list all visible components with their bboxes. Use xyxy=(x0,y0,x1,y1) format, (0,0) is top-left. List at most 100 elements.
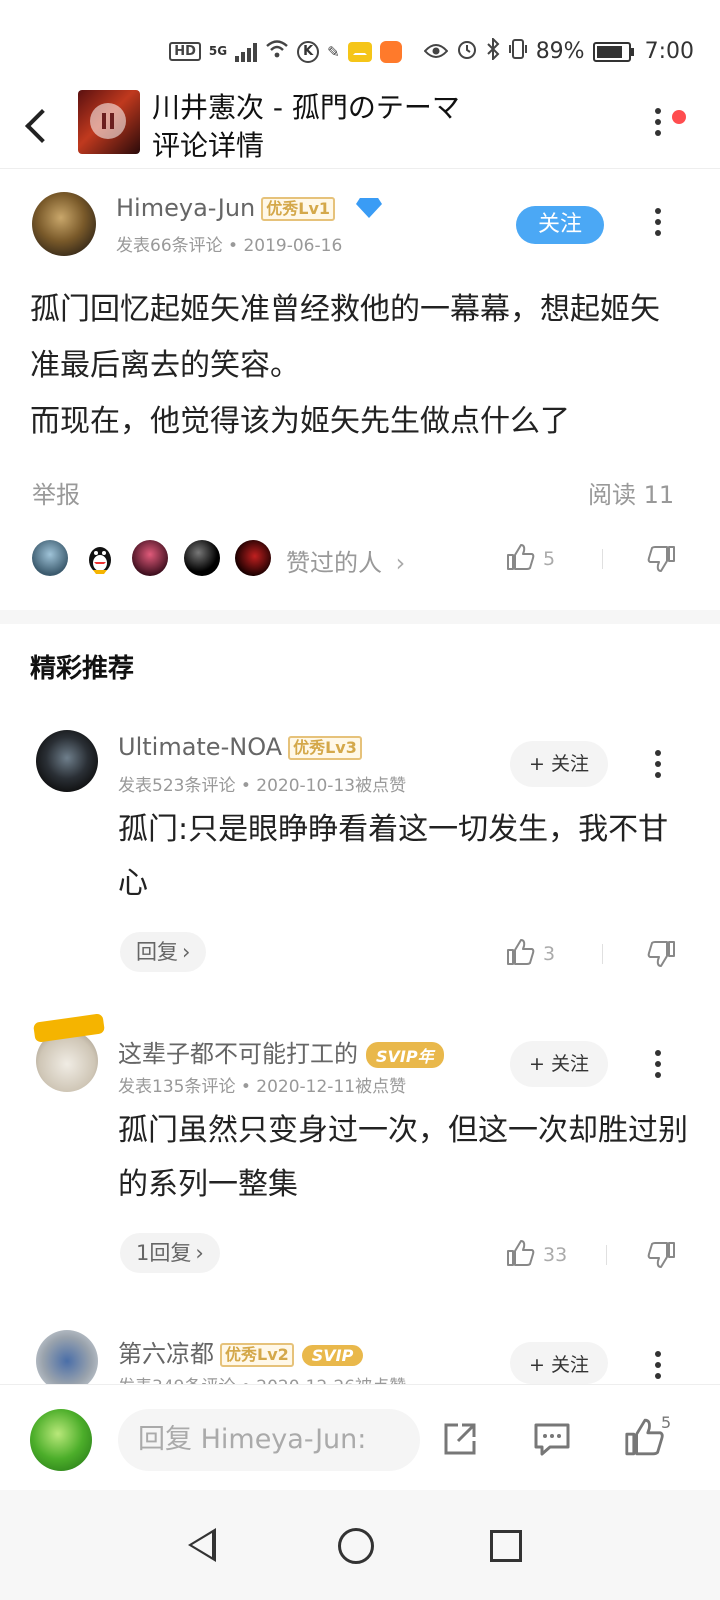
likers-label: 赞过的人 xyxy=(286,549,382,577)
like-count: 5 xyxy=(543,548,556,570)
dislike-button[interactable] xyxy=(646,545,676,577)
main-comment-author[interactable]: Himeya-Jun 优秀Lv1 xyxy=(116,194,336,222)
chevron-right-icon: › xyxy=(195,1241,204,1265)
main-comment-line: 而现在，他觉得该为姬矢先生做点什么了 xyxy=(30,404,570,439)
didi-icon xyxy=(379,40,402,63)
follow-button[interactable]: + 关注 xyxy=(510,741,608,787)
comment-text: 孤门:只是眼睁睁看着这一切发生，我不甘心 xyxy=(118,812,669,901)
thumb-up-icon xyxy=(507,1240,535,1266)
share-button[interactable] xyxy=(442,1421,478,1461)
chevron-right-icon: › xyxy=(182,940,191,964)
alarm-icon xyxy=(456,38,478,65)
nav-home-icon[interactable] xyxy=(338,1528,374,1564)
liker-avatar[interactable] xyxy=(82,540,118,576)
author-meta: 发表349条评论 • 2020-12-26被点赞 xyxy=(118,1372,406,1384)
liker-avatar[interactable] xyxy=(32,540,68,576)
divider xyxy=(602,944,603,964)
avatar[interactable] xyxy=(36,730,98,792)
like-count: 3 xyxy=(543,943,556,965)
comment-author[interactable]: 第六凉都 优秀Lv2 SVIP xyxy=(118,1334,364,1369)
more-menu-icon[interactable] xyxy=(654,108,662,144)
liker-avatar[interactable] xyxy=(184,540,220,576)
album-cover[interactable] xyxy=(78,90,140,154)
main-comment-text: 孤门回忆起姬矢准曾经救他的一幕幕，想起姬矢准最后离去的笑容。 而现在，他觉得该为姬… xyxy=(30,282,680,450)
liker-avatar[interactable] xyxy=(132,540,168,576)
dislike-button[interactable] xyxy=(646,1241,676,1273)
notification-dot xyxy=(672,110,686,124)
comment-button[interactable] xyxy=(532,1421,572,1461)
song-title: 川井憲次 - 孤門のテーマ xyxy=(152,91,460,124)
comment-author[interactable]: 这辈子都不可能打工的 SVIP年 xyxy=(118,1034,444,1069)
section-divider xyxy=(0,610,720,624)
vip-diamond-icon xyxy=(356,198,382,218)
dislike-button[interactable] xyxy=(646,940,676,972)
avatar[interactable] xyxy=(32,192,96,256)
username[interactable]: 第六凉都 xyxy=(118,1340,214,1368)
back-button[interactable] xyxy=(20,104,50,144)
thumb-down-icon xyxy=(647,1242,675,1268)
username[interactable]: Ultimate-NOA xyxy=(118,733,282,761)
qq-penguin-icon xyxy=(89,547,111,574)
thumb-up-icon xyxy=(507,939,535,965)
reply-button[interactable]: 1回复 › xyxy=(120,1233,220,1273)
comment-icon xyxy=(534,1423,570,1456)
comment-more-icon[interactable] xyxy=(654,1050,662,1086)
nav-recents-icon[interactable] xyxy=(490,1530,522,1562)
like-count: 5 xyxy=(661,1413,672,1432)
app-icon: ✎ xyxy=(327,42,340,61)
page-title: 评论详情 xyxy=(152,129,265,162)
thumb-down-icon xyxy=(647,546,675,572)
author-meta: 发表66条评论 • 2019-06-16 xyxy=(116,236,343,256)
reply-input[interactable]: 回复 Himeya-Jun: xyxy=(118,1409,420,1471)
comment-more-icon[interactable] xyxy=(654,1351,662,1384)
like-button[interactable] xyxy=(624,1417,666,1461)
comment-more-icon[interactable] xyxy=(654,208,662,244)
thumb-down-icon xyxy=(647,941,675,967)
comment-more-icon[interactable] xyxy=(654,750,662,786)
k-icon: K xyxy=(297,40,320,63)
like-count: 33 xyxy=(543,1244,568,1266)
battery-icon xyxy=(592,41,634,62)
like-button[interactable] xyxy=(506,938,536,970)
clock: 7:00 xyxy=(644,39,694,64)
likers-link[interactable]: 赞过的人 › xyxy=(286,543,405,578)
username[interactable]: Himeya-Jun xyxy=(116,194,255,222)
svip-badge: SVIP xyxy=(301,1344,364,1366)
report-link[interactable]: 举报 xyxy=(32,475,80,510)
section-title: 精彩推荐 xyxy=(30,654,135,684)
my-avatar[interactable] xyxy=(30,1409,92,1471)
avatar[interactable] xyxy=(36,1330,98,1392)
liker-avatar[interactable] xyxy=(235,540,271,576)
read-count: 阅读 11 xyxy=(588,481,675,509)
reply-button[interactable]: 回复 › xyxy=(120,932,207,972)
level-badge: 优秀Lv1 xyxy=(261,197,336,221)
signal-icon xyxy=(235,42,258,62)
follow-button[interactable]: + 关注 xyxy=(510,1041,608,1087)
follow-button[interactable]: 关注 xyxy=(516,206,604,244)
eye-icon xyxy=(423,40,449,64)
top-header: 川井憲次 - 孤門のテーマ 评论详情 xyxy=(0,84,720,169)
author-meta: 发表135条评论 • 2020-12-11被点赞 xyxy=(118,1077,407,1097)
level-badge: 优秀Lv3 xyxy=(288,736,362,760)
follow-button[interactable]: + 关注 xyxy=(510,1342,608,1384)
battery-percent: 89% xyxy=(535,39,585,64)
divider xyxy=(606,1245,607,1265)
like-button[interactable] xyxy=(506,1239,536,1271)
nav-back-icon[interactable] xyxy=(188,1528,216,1562)
system-nav-bar xyxy=(0,1490,720,1600)
thumb-up-icon xyxy=(625,1418,664,1456)
pause-icon[interactable] xyxy=(90,103,126,139)
chevron-right-icon: › xyxy=(395,549,406,577)
bottom-action-bar: 回复 Himeya-Jun: 5 xyxy=(0,1384,720,1491)
like-button[interactable] xyxy=(506,543,536,575)
mail-icon xyxy=(347,41,372,62)
comment-author[interactable]: Ultimate-NOA 优秀Lv3 xyxy=(118,733,362,761)
reply-label: 1回复 xyxy=(136,1241,192,1265)
level-badge: 优秀Lv2 xyxy=(220,1343,294,1367)
author-meta: 发表523条评论 • 2020-10-13被点赞 xyxy=(118,776,407,796)
username[interactable]: 这辈子都不可能打工的 xyxy=(118,1040,358,1068)
divider xyxy=(602,549,603,569)
network-type: 5G xyxy=(208,44,228,58)
hd-icon: HD xyxy=(169,42,201,61)
svip-badge: SVIP年 xyxy=(366,1042,444,1068)
